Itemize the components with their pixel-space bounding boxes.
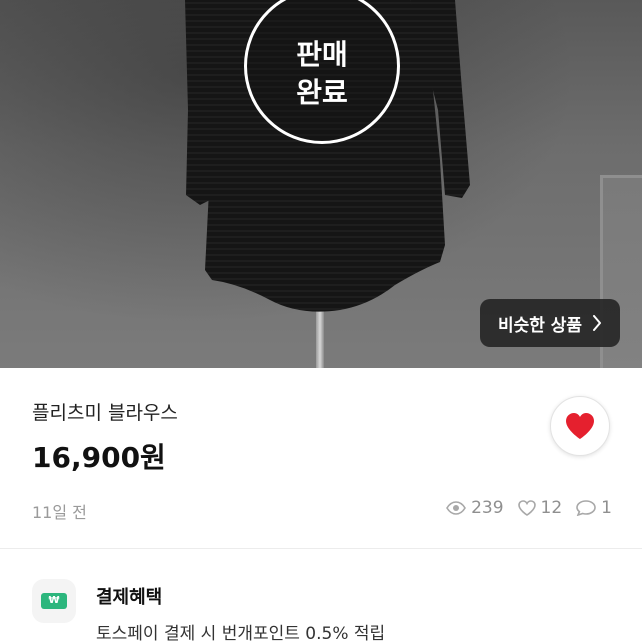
like-button[interactable]: [550, 396, 610, 456]
heart-outline-icon: [517, 500, 536, 516]
posted-time: 11일 전: [32, 503, 87, 522]
chat-count-value: 1: [601, 498, 612, 518]
product-price: 16,900원: [32, 441, 166, 474]
product-title: 플리츠미 블라우스: [32, 402, 178, 424]
like-count-value: 12: [540, 498, 563, 518]
like-count: 12: [517, 498, 563, 518]
chat-bubble-icon: [576, 500, 596, 516]
sold-badge-line2: 완료: [296, 76, 348, 109]
eye-icon: [446, 501, 467, 515]
similar-products-label: 비슷한 상품: [497, 315, 583, 336]
product-photo[interactable]: 판매 완료 비슷한 상품: [0, 0, 642, 368]
view-count-value: 239: [471, 498, 504, 518]
sold-badge-line1: 판매: [296, 38, 348, 71]
product-stats: 239 12 1: [446, 498, 612, 518]
benefit-title: 결제혜택: [96, 587, 163, 608]
heart-icon: [566, 413, 594, 439]
similar-products-button[interactable]: 비슷한 상품: [480, 299, 620, 347]
benefit-description: 토스페이 결제 시 번개포인트 0.5% 적립: [96, 624, 386, 642]
section-divider: [0, 548, 642, 549]
payment-card-icon: ₩: [32, 579, 76, 623]
payment-card-glyph: ₩: [41, 593, 67, 609]
chevron-right-icon: [593, 315, 602, 331]
view-count: 239: [446, 498, 504, 518]
chat-count: 1: [576, 498, 612, 518]
